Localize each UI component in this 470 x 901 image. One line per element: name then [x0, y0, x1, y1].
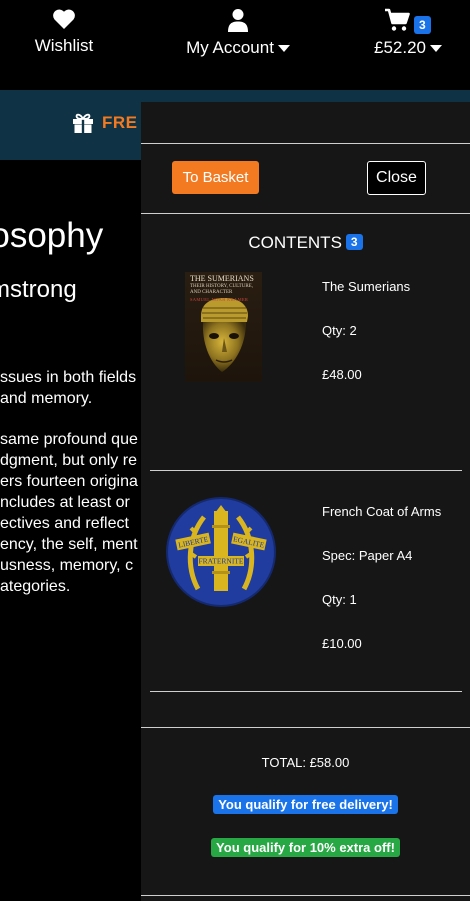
- cart-total-line: TOTAL: £58.00: [261, 755, 350, 770]
- my-account-menu[interactable]: My Account: [180, 8, 296, 58]
- promo-text: FRE: [102, 113, 138, 132]
- article-paragraph: ssues in both fields and memory.: [0, 367, 136, 409]
- gift-icon: [73, 113, 93, 133]
- contents-label: CONTENTS: [248, 233, 342, 252]
- article-line: dgment, but only re: [0, 452, 137, 469]
- user-icon: [228, 9, 248, 32]
- article-line: usness, memory, c: [0, 557, 134, 574]
- article-line: and memory.: [0, 390, 93, 407]
- article-line: same profound que: [0, 431, 138, 448]
- cart-icon: [385, 8, 410, 31]
- chevron-down-icon: [430, 45, 442, 52]
- book-cover-image[interactable]: THE SUMERIANS THEIR HISTORY, CULTURE, AN…: [185, 272, 262, 382]
- cover-title: THE SUMERIANS: [190, 274, 254, 283]
- free-delivery-badge: You qualify for free delivery!: [213, 795, 398, 814]
- item-title[interactable]: French Coat of Arms: [322, 504, 441, 519]
- close-button[interactable]: Close: [367, 161, 426, 195]
- article-paragraph: same profound que dgment, but only re er…: [0, 429, 138, 597]
- cart-total: £52.20: [374, 38, 426, 57]
- cart-menu[interactable]: 3 £52.20: [368, 8, 448, 58]
- article-line: ssues in both fields: [0, 369, 137, 386]
- cover-subtitle: THEIR HISTORY, CULTURE, AND CHARACTER: [190, 284, 253, 295]
- extra-off-badge: You qualify for 10% extra off!: [211, 838, 400, 857]
- cart-totals: TOTAL: £58.00 You qualify for free deliv…: [141, 747, 470, 857]
- article-line: ncludes at least or: [0, 494, 130, 511]
- contents-count-badge: 3: [345, 234, 363, 250]
- heart-icon: [53, 9, 75, 30]
- chevron-down-icon: [277, 45, 290, 52]
- divider: [141, 895, 470, 896]
- wishlist-label: Wishlist: [34, 36, 94, 55]
- article-line: ers fourteen origina: [0, 473, 138, 490]
- to-basket-button[interactable]: To Basket: [172, 161, 259, 194]
- my-account-label: My Account: [186, 38, 274, 57]
- cover-author: SAMUEL NOAH KRAMER: [190, 297, 249, 302]
- article-line: ectives and reflect: [0, 515, 129, 532]
- emblem-word: FRATERNITE: [199, 557, 244, 566]
- item-price: £48.00: [322, 367, 362, 382]
- divider: [150, 691, 462, 692]
- coat-of-arms-image[interactable]: LIBERTE EGALITE FRATERNITE: [166, 497, 276, 607]
- item-price: £10.00: [322, 636, 362, 651]
- item-qty: Qty: 1: [322, 592, 357, 607]
- article-title: Philosophy: [0, 216, 104, 255]
- divider: [141, 213, 470, 214]
- contents-heading: CONTENTS 3: [141, 233, 470, 253]
- top-navigation: Wishlist My Account 3 £52.20: [0, 0, 470, 90]
- item-qty: Qty: 2: [322, 323, 357, 338]
- divider: [150, 470, 462, 471]
- wishlist-link[interactable]: Wishlist: [30, 8, 98, 56]
- divider: [141, 727, 470, 728]
- item-spec: Spec: Paper A4: [322, 548, 413, 563]
- article-line: ency, the self, ment: [0, 536, 138, 553]
- cart-count-badge: 3: [414, 16, 431, 34]
- article-line: ategories.: [0, 578, 71, 595]
- article-author: Armstrong: [0, 276, 77, 303]
- divider: [141, 143, 470, 144]
- cart-drawer: To Basket Close CONTENTS 3 THE SUMERIANS…: [141, 102, 470, 901]
- item-title[interactable]: The Sumerians: [322, 279, 410, 294]
